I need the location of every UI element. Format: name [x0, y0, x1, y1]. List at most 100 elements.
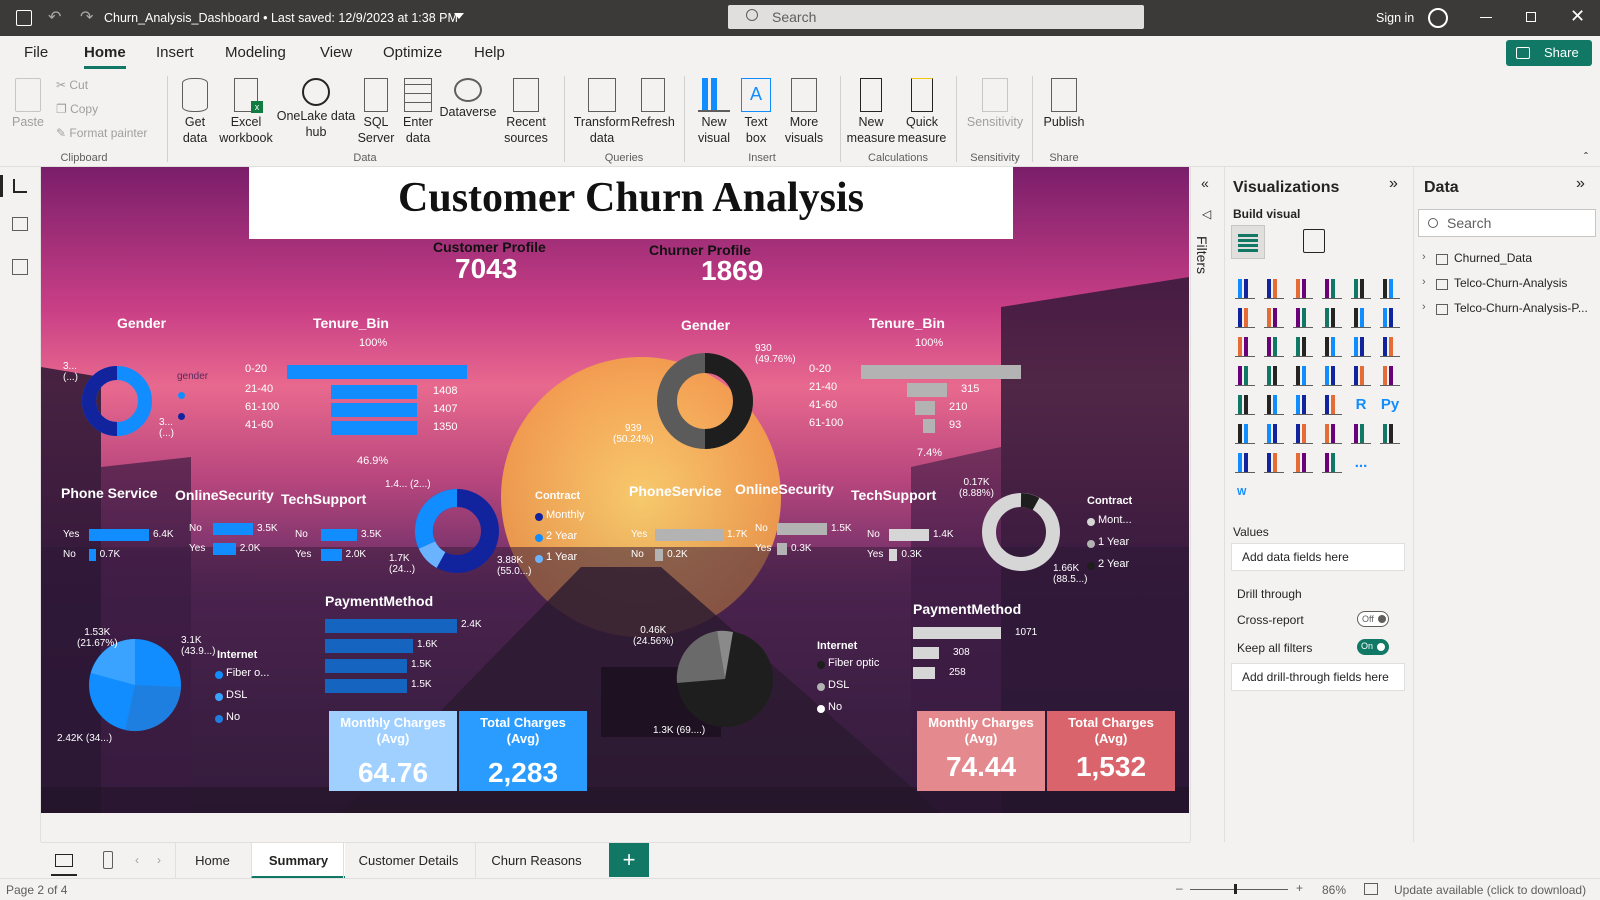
legend-label[interactable]: Fiber optic [828, 657, 879, 669]
report-view-icon[interactable] [13, 179, 27, 193]
onelake-button[interactable]: OneLake data hub [276, 78, 356, 140]
legend-label[interactable]: No [828, 701, 842, 713]
bar[interactable] [913, 667, 935, 679]
visual-type-icon[interactable] [1264, 366, 1284, 386]
funnel-bar[interactable] [915, 401, 935, 415]
next-page-icon[interactable]: › [157, 853, 161, 867]
values-well[interactable]: Add data fields here [1231, 543, 1405, 571]
menu-insert[interactable]: Insert [156, 44, 194, 61]
paste-button[interactable]: Paste [10, 78, 46, 130]
funnel-bar[interactable] [923, 419, 935, 433]
expand-filters-icon[interactable]: « [1201, 175, 1209, 191]
collapse-ribbon-icon[interactable]: ˆ [1584, 150, 1588, 164]
funnel-bar[interactable] [331, 385, 417, 399]
visual-type-icon[interactable] [1235, 337, 1255, 357]
visual-type-icon[interactable] [1322, 395, 1342, 415]
zoom-out-icon[interactable]: – [1176, 881, 1183, 895]
bar[interactable] [889, 549, 898, 561]
visual-type-icon[interactable] [1322, 337, 1342, 357]
chevron-right-icon[interactable]: › [1422, 276, 1426, 288]
bar[interactable] [213, 523, 253, 535]
page-tab[interactable]: Churn Reasons [475, 843, 597, 879]
funnel-bar[interactable] [907, 383, 947, 397]
text-box-button[interactable]: A Text box [736, 78, 776, 146]
bar[interactable] [655, 529, 723, 541]
data-table-item[interactable]: Telco-Churn-Analysis-P... [1454, 301, 1588, 315]
data-table-item[interactable]: Churned_Data [1454, 251, 1532, 265]
report-view-icon[interactable] [0, 175, 3, 197]
menu-optimize[interactable]: Optimize [383, 44, 442, 61]
visual-type-icon[interactable] [1380, 337, 1400, 357]
bar[interactable] [325, 619, 457, 633]
visual-type-icon[interactable]: Py [1380, 395, 1400, 415]
visual-type-icon[interactable] [1235, 453, 1255, 473]
minimize-icon[interactable] [1480, 17, 1492, 18]
bar[interactable] [777, 523, 827, 535]
publish-button[interactable]: Publish [1038, 78, 1090, 130]
legend-label[interactable]: 1 Year [546, 551, 577, 563]
visual-type-icon[interactable] [1322, 366, 1342, 386]
build-visual-icon[interactable] [1231, 225, 1265, 259]
visual-type-icon[interactable] [1235, 366, 1255, 386]
copy-button[interactable]: ❐ Copy [56, 102, 98, 116]
table-view-icon[interactable] [12, 217, 28, 231]
visual-type-icon[interactable] [1351, 337, 1371, 357]
transform-data-button[interactable]: Transform data [572, 78, 632, 146]
visual-type-icon[interactable] [1322, 308, 1342, 328]
visual-type-icon[interactable] [1264, 279, 1284, 299]
visual-type-icon[interactable] [1235, 308, 1255, 328]
menu-home[interactable]: Home [84, 44, 126, 61]
visual-type-icon[interactable] [1380, 308, 1400, 328]
funnel-bar[interactable] [331, 403, 417, 417]
bar[interactable] [89, 529, 149, 541]
visual-type-icon[interactable]: ... [1351, 453, 1371, 473]
dataverse-button[interactable]: Dataverse [438, 78, 498, 120]
funnel-bar[interactable] [287, 365, 467, 379]
undo-icon[interactable]: ↶ [48, 7, 61, 27]
filters-label[interactable]: Filters [1194, 236, 1210, 274]
visual-type-icon[interactable] [1293, 395, 1313, 415]
mobile-layout-icon[interactable] [103, 851, 113, 869]
bar[interactable] [913, 627, 1001, 639]
bar[interactable] [321, 529, 357, 541]
account-icon[interactable] [1428, 8, 1448, 28]
visual-type-icon[interactable] [1322, 424, 1342, 444]
visual-type-icon[interactable] [1264, 337, 1284, 357]
legend-label[interactable]: DSL [226, 689, 247, 701]
update-notice[interactable]: Update available (click to download) [1394, 883, 1586, 897]
restore-icon[interactable] [1526, 12, 1536, 22]
data-search-input[interactable]: Search [1418, 209, 1596, 237]
visual-type-icon[interactable] [1264, 453, 1284, 473]
bar[interactable] [913, 647, 939, 659]
page-tab[interactable]: Customer Details [343, 843, 473, 879]
zoom-slider-thumb[interactable] [1234, 884, 1237, 894]
collapse-viz-icon[interactable]: » [1389, 175, 1398, 193]
word-visual-icon[interactable]: W [1237, 487, 1246, 498]
title-dropdown-icon[interactable] [454, 13, 464, 24]
sign-in-link[interactable]: Sign in [1376, 11, 1414, 25]
bar[interactable] [655, 549, 664, 561]
model-view-icon[interactable] [12, 259, 28, 275]
visual-type-icon[interactable] [1293, 279, 1313, 299]
legend-label[interactable]: 1 Year [1098, 536, 1129, 548]
drill-through-well[interactable]: Add drill-through fields here [1231, 663, 1405, 691]
close-icon[interactable]: ✕ [1570, 6, 1585, 27]
collapse-data-icon[interactable]: » [1576, 175, 1585, 193]
visual-type-icon[interactable] [1380, 424, 1400, 444]
legend-label[interactable]: Monthly [546, 509, 585, 521]
page-tab[interactable]: Summary [251, 843, 345, 879]
menu-view[interactable]: View [320, 44, 352, 61]
keep-filters-toggle[interactable]: On [1357, 639, 1389, 655]
recent-sources-button[interactable]: Recent sources [498, 78, 554, 146]
redo-icon[interactable]: ↷ [80, 7, 93, 27]
add-page-button[interactable]: + [609, 843, 649, 877]
data-table-item[interactable]: Telco-Churn-Analysis [1454, 276, 1567, 290]
visual-type-icon[interactable] [1380, 279, 1400, 299]
bar[interactable] [325, 679, 407, 693]
visual-type-icon[interactable] [1235, 395, 1255, 415]
visual-type-icon[interactable] [1351, 308, 1371, 328]
legend-label[interactable]: Fiber o... [226, 667, 269, 679]
visual-type-icon[interactable] [1322, 279, 1342, 299]
visual-type-icon[interactable] [1264, 395, 1284, 415]
prev-page-icon[interactable]: ‹ [135, 853, 139, 867]
